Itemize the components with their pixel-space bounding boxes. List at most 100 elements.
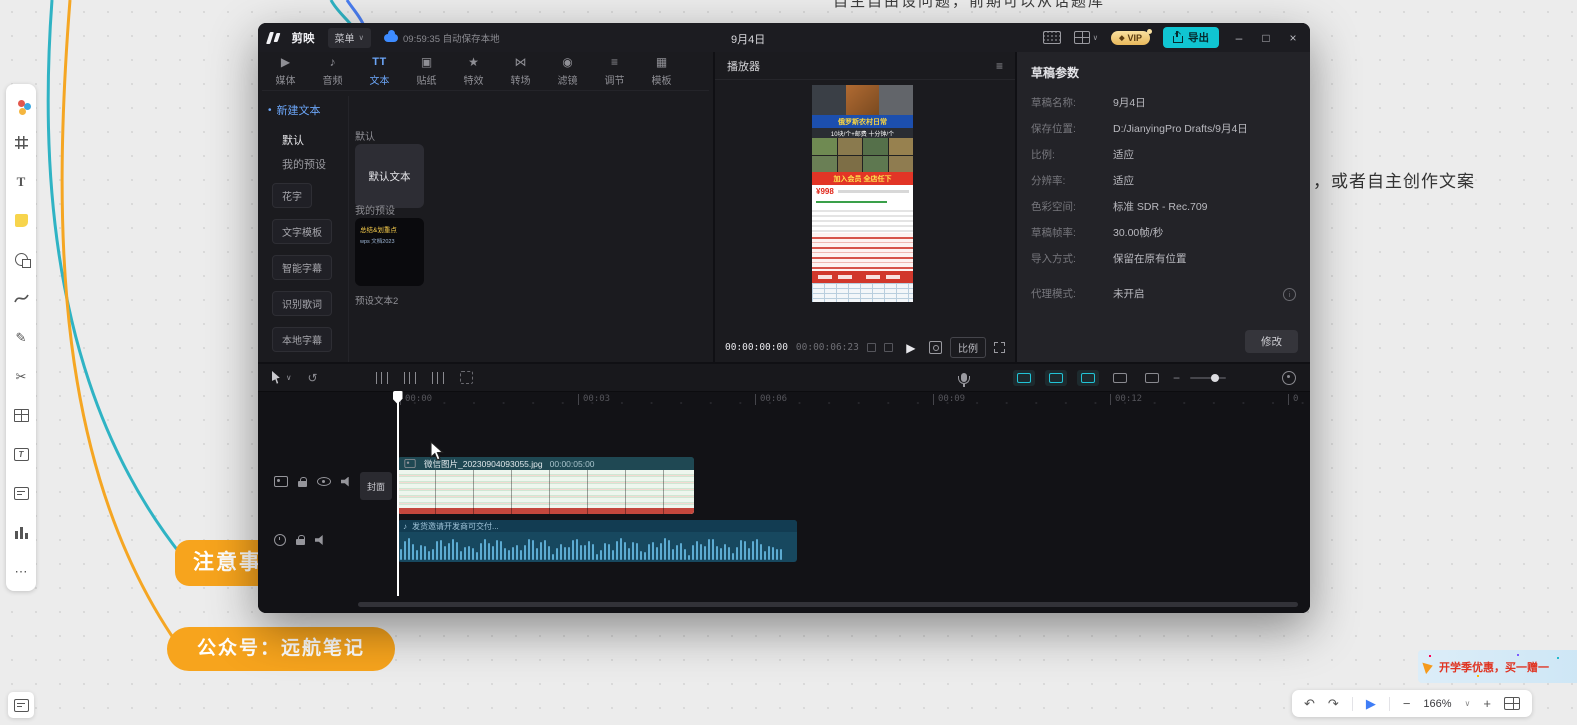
clock-icon[interactable] <box>274 534 286 546</box>
eye-icon[interactable] <box>317 477 331 486</box>
close-button[interactable]: × <box>1286 31 1300 45</box>
sidenav-item-auto-captions[interactable]: 智能字幕 <box>272 255 332 280</box>
present-button[interactable]: ▶ <box>1366 696 1376 712</box>
video-preview[interactable]: 俄罗斯农村日常 10块/个+邮费 十分钟/个 加入会员 全店任下 ¥998 <box>812 85 913 302</box>
tab-adjust[interactable]: ≡调节 <box>591 52 638 90</box>
palette-icon[interactable] <box>14 96 29 111</box>
shortcuts-icon[interactable] <box>1043 31 1061 44</box>
scissors-icon[interactable]: ✂ <box>14 369 29 384</box>
mute-icon[interactable] <box>315 535 326 545</box>
draft-params-panel: 草稿参数 草稿名称:9月4日 保存位置:D:/JianyingPro Draft… <box>1017 52 1310 362</box>
sidenav-item-my-presets[interactable]: 我的预设 <box>264 148 348 172</box>
tab-templates[interactable]: ▦模板 <box>638 52 685 90</box>
quality-icon[interactable] <box>929 341 942 354</box>
whiteboard-canvas[interactable]: 自主自由设问题，前期可以从话题库 ，或者自主创作文案 注意事 公众号：远航笔记 … <box>0 0 1577 725</box>
ribbon-tabs: ▶媒体 ♪音频 TT文本 ▣贴纸 ★特效 ⋈转场 ◉滤镜 ≡调节 ▦模板 <box>262 52 709 91</box>
video-clip[interactable]: 微信图片_20230904093055.jpg 00:00:05:00 <box>398 457 694 514</box>
more-tools-icon[interactable]: ⋯ <box>14 564 29 579</box>
redo-button[interactable]: ↷ <box>1328 696 1339 712</box>
export-button[interactable]: 导出 <box>1163 27 1219 48</box>
preview-price-row: ¥998 <box>812 185 913 198</box>
maximize-button[interactable]: □ <box>1259 31 1273 45</box>
tab-sticker[interactable]: ▣贴纸 <box>403 52 450 90</box>
player-menu-icon[interactable]: ≡ <box>996 59 1003 73</box>
minimap-icon[interactable] <box>1504 697 1520 710</box>
board-frames-button[interactable] <box>8 692 34 718</box>
audio-clip[interactable]: ♪ 发货邀请开发商可交付... <box>398 520 797 562</box>
card-icon[interactable] <box>14 486 29 501</box>
ruler-tick: 00:12 <box>1110 394 1142 405</box>
split-right-icon[interactable] <box>432 372 444 384</box>
undo-button[interactable]: ↺ <box>308 371 318 385</box>
mindmap-node-account[interactable]: 公众号：远航笔记 <box>167 627 395 671</box>
promo-banner[interactable]: 开学季优惠，买一赠一 <box>1418 650 1577 683</box>
menu-button[interactable]: 菜单 ∨ <box>328 28 372 48</box>
tab-effects[interactable]: ★特效 <box>450 52 497 90</box>
sticky-note-icon[interactable] <box>14 213 29 228</box>
link-toggle[interactable] <box>1077 370 1099 386</box>
minimize-button[interactable]: – <box>1232 31 1246 45</box>
track-format-icon[interactable] <box>274 476 288 487</box>
tab-transitions[interactable]: ⋈转场 <box>497 52 544 90</box>
frame-icon[interactable] <box>14 135 29 150</box>
mute-icon[interactable] <box>341 477 352 487</box>
text-sidenav: • 新建文本 默认 我的预设 花字 文字模板 智能字幕 识别歌词 本地字幕 <box>264 96 348 352</box>
zoom-out-icon[interactable]: − <box>1173 371 1180 385</box>
delete-icon[interactable] <box>460 371 473 384</box>
sidenav-item-lyrics[interactable]: 识别歌词 <box>272 291 332 316</box>
vip-label: VIP <box>1127 33 1142 43</box>
shapes-icon[interactable] <box>14 252 29 267</box>
sidenav-item-new-text[interactable]: • 新建文本 <box>264 96 348 124</box>
lock-icon[interactable] <box>296 539 305 545</box>
pen-icon[interactable]: ✎ <box>14 330 29 345</box>
preview-axis-toggle[interactable] <box>1109 370 1131 386</box>
vip-badge[interactable]: ◆ VIP <box>1111 31 1150 45</box>
param-row-proxy: 代理模式: 未开启 i <box>1031 288 1296 301</box>
timeline: ∨ ↺ − <box>258 364 1310 613</box>
split-icon[interactable] <box>404 372 416 384</box>
tab-media[interactable]: ▶媒体 <box>262 52 309 90</box>
chart-icon[interactable] <box>14 525 29 540</box>
select-tool[interactable]: ∨ <box>272 371 292 384</box>
layout-switcher[interactable]: ∨ <box>1074 31 1099 44</box>
mic-icon[interactable] <box>961 373 967 382</box>
table-icon[interactable] <box>14 408 29 423</box>
timeline-hscrollbar[interactable] <box>358 602 1298 607</box>
zoom-level[interactable]: 166% <box>1423 698 1451 710</box>
timeline-zoom-slider[interactable] <box>1190 377 1226 379</box>
timeline-ruler[interactable]: 00:00 00:03 00:06 00:09 00:12 0 <box>398 392 1310 408</box>
tab-audio[interactable]: ♪音频 <box>309 52 356 90</box>
player-option-icon[interactable] <box>884 343 893 352</box>
default-text-card[interactable]: 默认文本 <box>355 144 424 208</box>
locate-playhead-icon[interactable] <box>1282 371 1296 385</box>
sidenav-item-default[interactable]: 默认 <box>264 124 348 148</box>
play-button[interactable]: ▶ <box>906 341 915 355</box>
sidenav-item-fancy-text[interactable]: 花字 <box>272 183 312 208</box>
tab-text[interactable]: TT文本 <box>356 52 403 90</box>
main-track-magnet-toggle[interactable] <box>1013 370 1035 386</box>
cover-button[interactable]: 封面 <box>360 472 392 500</box>
zoom-in-button[interactable]: + <box>1483 696 1491 711</box>
fullscreen-icon[interactable] <box>994 342 1005 353</box>
auto-snap-toggle[interactable] <box>1045 370 1067 386</box>
tab-filters[interactable]: ◉滤镜 <box>544 52 591 90</box>
in-out-toggle[interactable] <box>1141 370 1163 386</box>
sidenav-item-local-captions[interactable]: 本地字幕 <box>272 327 332 352</box>
sidenav-item-text-templates[interactable]: 文字模板 <box>272 219 332 244</box>
connector-icon[interactable] <box>14 291 29 306</box>
split-left-icon[interactable] <box>376 372 388 384</box>
param-row: 导入方式:保留在原有位置 <box>1031 253 1296 266</box>
preview-red-bar <box>812 271 913 283</box>
menu-label: 菜单 <box>335 30 355 45</box>
text-box-icon[interactable]: T <box>14 447 29 462</box>
ratio-button[interactable]: 比例 <box>950 337 986 358</box>
chevron-down-icon[interactable]: ∨ <box>1465 699 1471 708</box>
preset-text-card[interactable]: 总结&划重点 wps 文档2023 <box>355 218 424 286</box>
lock-icon[interactable] <box>298 481 307 487</box>
zoom-out-button[interactable]: − <box>1403 696 1411 711</box>
modify-button[interactable]: 修改 <box>1245 330 1298 353</box>
text-tool-icon[interactable]: T <box>14 174 29 189</box>
player-option-icon[interactable] <box>867 343 876 352</box>
undo-button[interactable]: ↶ <box>1304 696 1315 712</box>
info-icon[interactable]: i <box>1283 288 1296 301</box>
